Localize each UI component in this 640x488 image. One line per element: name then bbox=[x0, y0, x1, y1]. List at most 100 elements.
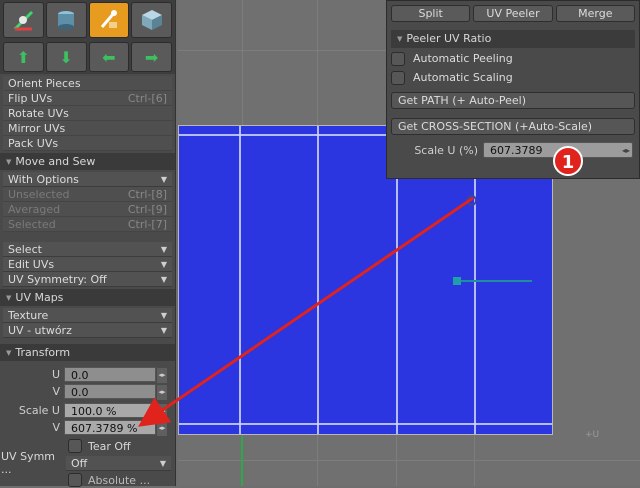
v-axis-line bbox=[241, 436, 243, 486]
automatic-peeling-checkbox[interactable] bbox=[391, 51, 405, 66]
cylinder-icon bbox=[58, 11, 75, 30]
dropdown-value: Off bbox=[71, 456, 88, 470]
arrow-left-icon: ⬅ bbox=[102, 47, 116, 67]
automatic-scaling-checkbox[interactable] bbox=[391, 70, 405, 85]
spinner-icon[interactable]: ◂▸ bbox=[157, 403, 167, 419]
chevron-down-icon: ▼ bbox=[159, 458, 166, 468]
scale-v-field[interactable]: 607.3789 % ◂▸ bbox=[64, 419, 167, 436]
uv-symm-label: UV Symm ... bbox=[1, 450, 55, 476]
pack-uvs-button[interactable]: Pack UVs bbox=[3, 136, 172, 151]
shortcut-label: Ctrl-[8] bbox=[127, 188, 167, 201]
chevron-down-icon: ▼ bbox=[160, 311, 167, 320]
uv-peel-tool-button[interactable] bbox=[88, 2, 130, 38]
field-value: 0.0 bbox=[71, 368, 89, 382]
menu-label: Selected bbox=[8, 218, 56, 231]
move-gizmo-icon bbox=[14, 10, 34, 31]
spinner-icon[interactable]: ◂▸ bbox=[622, 143, 630, 158]
move-sew-option-dropdown[interactable]: With Options ▼ bbox=[3, 172, 172, 187]
uv-symmetry-dropdown[interactable]: UV Symmetry: Off ▼ bbox=[3, 272, 172, 287]
merge-button[interactable]: Merge bbox=[555, 5, 635, 22]
align-left-button[interactable]: ⬅ bbox=[88, 42, 130, 72]
shortcut-label: Ctrl-[9] bbox=[127, 203, 167, 216]
menu-label: Flip UVs bbox=[8, 92, 53, 105]
left-tool-panel: ⬆ ⬇ ⬅ ➡ Orient Pieces Flip UVs Ctrl-[6] R… bbox=[0, 0, 176, 487]
transform-handle-line bbox=[454, 280, 532, 282]
menu-label: Averaged bbox=[8, 203, 61, 216]
tear-off-checkbox[interactable] bbox=[68, 439, 82, 453]
absolute-checkbox[interactable] bbox=[68, 473, 82, 487]
arrow-right-icon: ➡ bbox=[144, 47, 159, 67]
spinner-icon[interactable]: ◂▸ bbox=[157, 420, 167, 436]
u-label: U bbox=[51, 367, 60, 381]
chevron-down-icon: ▼ bbox=[160, 245, 167, 254]
box-tool-button[interactable] bbox=[131, 2, 172, 38]
chevron-down-icon: ▼ bbox=[160, 275, 167, 284]
uv-peeler-popup: Split UV Peeler Merge Peeler UV Ratio Au… bbox=[386, 0, 640, 179]
dropdown-value: With Options bbox=[8, 173, 79, 186]
rotate-uvs-button[interactable]: Rotate UVs bbox=[3, 106, 172, 121]
dropdown-value: UV - utwórz bbox=[8, 324, 72, 337]
get-path-button[interactable]: Get PATH (+ Auto-Peel) bbox=[391, 92, 635, 109]
dropdown-value: Edit UVs bbox=[8, 258, 55, 271]
mirror-uvs-button[interactable]: Mirror UVs bbox=[3, 121, 172, 136]
menu-label: Pack UVs bbox=[8, 137, 59, 150]
tear-off-label: Tear Off bbox=[88, 439, 131, 453]
field-value: 607.3789 bbox=[490, 144, 543, 157]
menu-label: Rotate UVs bbox=[8, 107, 69, 120]
menu-label: Orient Pieces bbox=[8, 77, 81, 90]
sew-averaged-button[interactable]: Averaged Ctrl-[9] bbox=[3, 202, 172, 217]
cube-icon bbox=[141, 10, 162, 30]
split-button[interactable]: Split bbox=[391, 5, 471, 22]
peeler-uv-ratio-header[interactable]: Peeler UV Ratio bbox=[391, 30, 635, 48]
field-value: 100.0 % bbox=[71, 404, 117, 418]
chevron-down-icon: ▼ bbox=[160, 260, 167, 269]
orient-pieces-button[interactable]: Orient Pieces bbox=[3, 76, 172, 91]
menu-label: Unselected bbox=[8, 188, 70, 201]
v-offset-field[interactable]: 0.0 ◂▸ bbox=[64, 383, 167, 400]
dropdown-value: UV Symmetry: Off bbox=[8, 273, 107, 286]
field-value: 607.3789 % bbox=[71, 421, 138, 435]
grid-line bbox=[178, 460, 640, 461]
uv-edge bbox=[179, 423, 552, 425]
move-sew-header[interactable]: Move and Sew bbox=[0, 153, 175, 170]
scale-u-label: Scale U (%) bbox=[414, 143, 478, 157]
shortcut-label: Ctrl-[7] bbox=[127, 218, 167, 231]
transform-header[interactable]: Transform bbox=[0, 344, 175, 361]
automatic-scaling-label: Automatic Scaling bbox=[413, 71, 513, 84]
spinner-icon[interactable]: ◂▸ bbox=[157, 384, 167, 400]
scale-u-field[interactable]: 100.0 % ◂▸ bbox=[64, 402, 167, 419]
dropdown-value: Texture bbox=[8, 309, 49, 322]
transform-center-handle[interactable] bbox=[466, 195, 477, 206]
step-number-badge: 1 bbox=[553, 146, 583, 176]
uv-edge bbox=[239, 126, 241, 434]
cylinder-tool-button[interactable] bbox=[45, 2, 87, 38]
uv-peeler-button[interactable]: UV Peeler bbox=[473, 5, 553, 22]
absolute-label: Absolute ... bbox=[88, 473, 151, 487]
sew-unselected-button[interactable]: Unselected Ctrl-[8] bbox=[3, 187, 172, 202]
align-down-button[interactable]: ⬇ bbox=[45, 42, 87, 72]
transform-tool-button[interactable] bbox=[3, 2, 44, 38]
spinner-icon[interactable]: ◂▸ bbox=[157, 367, 167, 383]
automatic-peeling-label: Automatic Peeling bbox=[413, 52, 513, 65]
chevron-down-icon: ▼ bbox=[160, 326, 167, 335]
get-cross-section-button[interactable]: Get CROSS-SECTION (+Auto-Scale) bbox=[391, 118, 635, 135]
align-right-button[interactable]: ➡ bbox=[131, 42, 172, 72]
shortcut-label: Ctrl-[6] bbox=[127, 92, 167, 105]
u-offset-field[interactable]: 0.0 ◂▸ bbox=[64, 366, 167, 383]
field-value: 0.0 bbox=[71, 385, 89, 399]
uv-map-dropdown[interactable]: UV - utwórz ▼ bbox=[3, 323, 172, 338]
texture-dropdown[interactable]: Texture ▼ bbox=[3, 308, 172, 323]
scale-u-label: Scale U bbox=[18, 403, 60, 417]
align-up-button[interactable]: ⬆ bbox=[3, 42, 44, 72]
flip-uvs-button[interactable]: Flip UVs Ctrl-[6] bbox=[3, 91, 172, 106]
uv-symm-dropdown[interactable]: Off ▼ bbox=[66, 455, 171, 471]
select-dropdown[interactable]: Select ▼ bbox=[3, 242, 172, 257]
arrow-down-icon: ⬇ bbox=[59, 47, 73, 67]
edit-uvs-dropdown[interactable]: Edit UVs ▼ bbox=[3, 257, 172, 272]
uv-maps-header[interactable]: UV Maps bbox=[0, 289, 175, 306]
menu-label: Mirror UVs bbox=[8, 122, 66, 135]
axis-label: +U bbox=[585, 430, 600, 440]
transform-handle[interactable] bbox=[453, 277, 461, 285]
uv-edge bbox=[317, 126, 319, 434]
sew-selected-button[interactable]: Selected Ctrl-[7] bbox=[3, 217, 172, 232]
